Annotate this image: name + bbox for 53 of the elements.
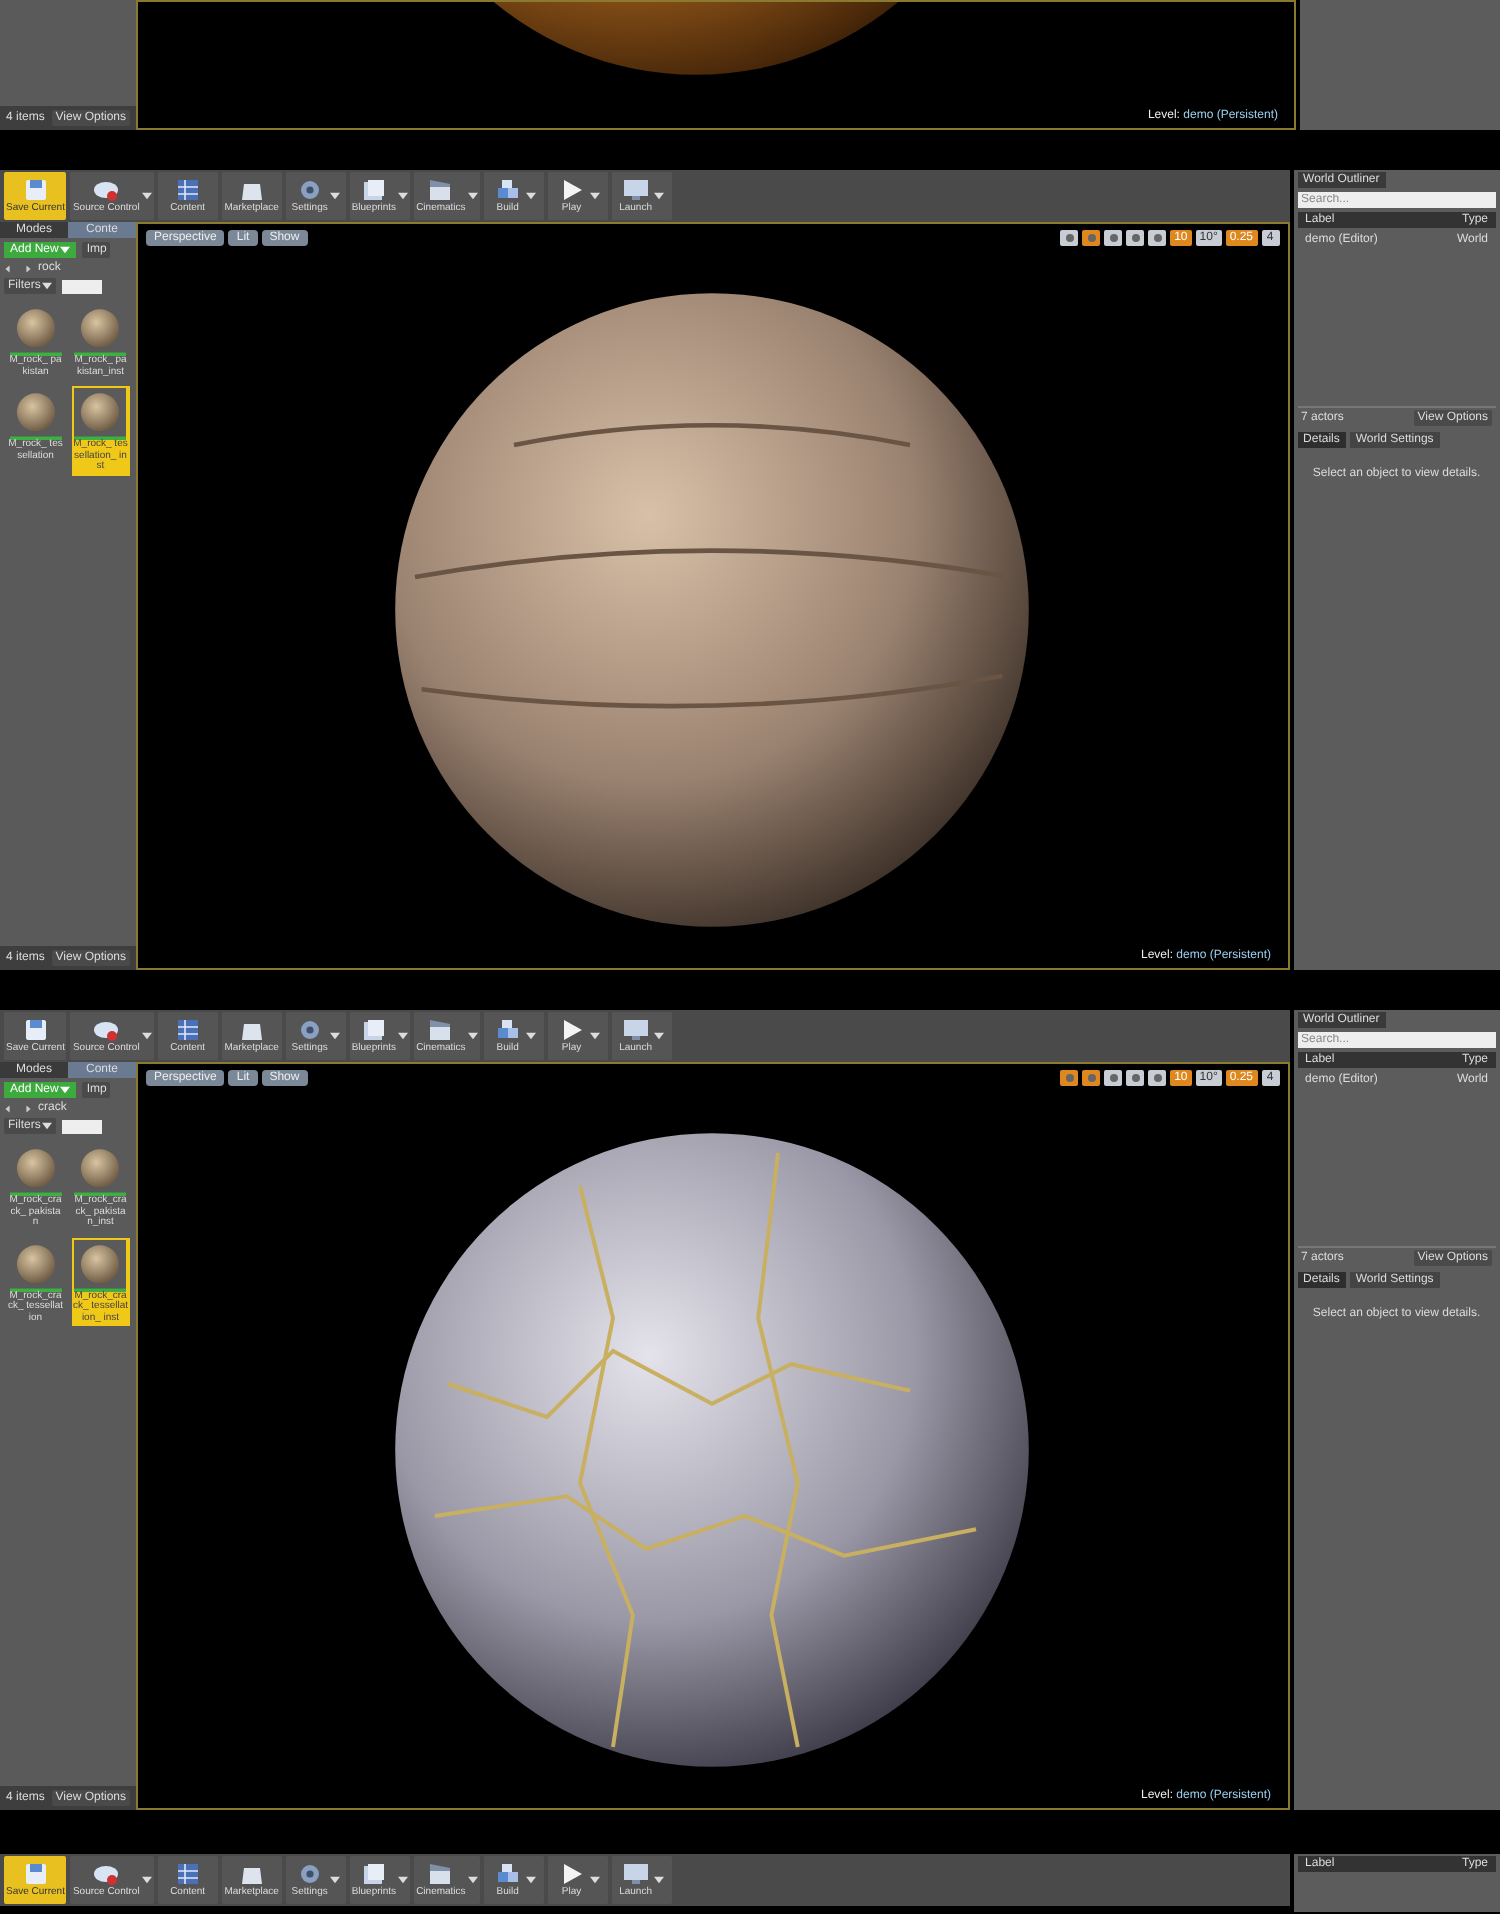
search-field[interactable]: [62, 1119, 103, 1133]
caret-icon: [654, 192, 664, 200]
back-forward-icon[interactable]: [4, 1103, 32, 1113]
caret-icon: [42, 282, 53, 290]
cloud-icon: [90, 178, 123, 202]
snap-toggle[interactable]: [1082, 1070, 1101, 1086]
sphere-thumbnail: [9, 388, 62, 440]
snap-toggle[interactable]: [1060, 230, 1079, 246]
cloud-icon: [90, 1862, 123, 1886]
sphere-thumbnail: [74, 304, 127, 356]
snap-toggle[interactable]: [1148, 1070, 1167, 1086]
monitor-icon: [619, 1862, 652, 1886]
caret-icon: [467, 1032, 478, 1040]
snap-toggle[interactable]: [1104, 1070, 1123, 1086]
caret-icon: [329, 192, 340, 200]
caret-icon: [60, 1086, 71, 1094]
caret-icon: [589, 1876, 600, 1884]
caret-icon: [589, 192, 600, 200]
caret-icon: [654, 1876, 664, 1884]
sphere-thumbnail: [74, 388, 127, 440]
caret-icon: [525, 1876, 536, 1884]
snap-toggle[interactable]: [1060, 1070, 1079, 1086]
caret-icon: [654, 1032, 664, 1040]
caret-icon: [525, 1032, 536, 1040]
sphere-thumbnail: [9, 1144, 62, 1196]
sphere-thumbnail: [74, 1239, 127, 1291]
caret-icon: [60, 246, 71, 254]
back-forward-icon[interactable]: [4, 263, 32, 273]
sphere-thumbnail: [74, 1144, 127, 1196]
caret-icon: [398, 1032, 409, 1040]
caret-icon: [329, 1876, 340, 1884]
sphere-thumbnail: [9, 1239, 62, 1291]
caret-icon: [467, 1876, 478, 1884]
caret-icon: [589, 1032, 600, 1040]
sphere-thumbnail: [9, 304, 62, 356]
snap-toggle[interactable]: [1148, 230, 1167, 246]
snap-toggle[interactable]: [1126, 230, 1145, 246]
caret-icon: [329, 1032, 340, 1040]
caret-icon: [398, 1876, 409, 1884]
snap-toggle[interactable]: [1082, 230, 1101, 246]
caret-icon: [42, 1122, 53, 1130]
cloud-icon: [90, 1018, 123, 1042]
search-field[interactable]: [62, 279, 103, 293]
caret-icon: [398, 192, 409, 200]
caret-icon: [525, 192, 536, 200]
caret-icon: [467, 192, 478, 200]
caret-icon: [141, 192, 152, 200]
caret-icon: [141, 1876, 152, 1884]
monitor-icon: [619, 178, 652, 202]
snap-toggle[interactable]: [1104, 230, 1123, 246]
monitor-icon: [619, 1018, 652, 1042]
caret-icon: [141, 1032, 152, 1040]
snap-toggle[interactable]: [1126, 1070, 1145, 1086]
